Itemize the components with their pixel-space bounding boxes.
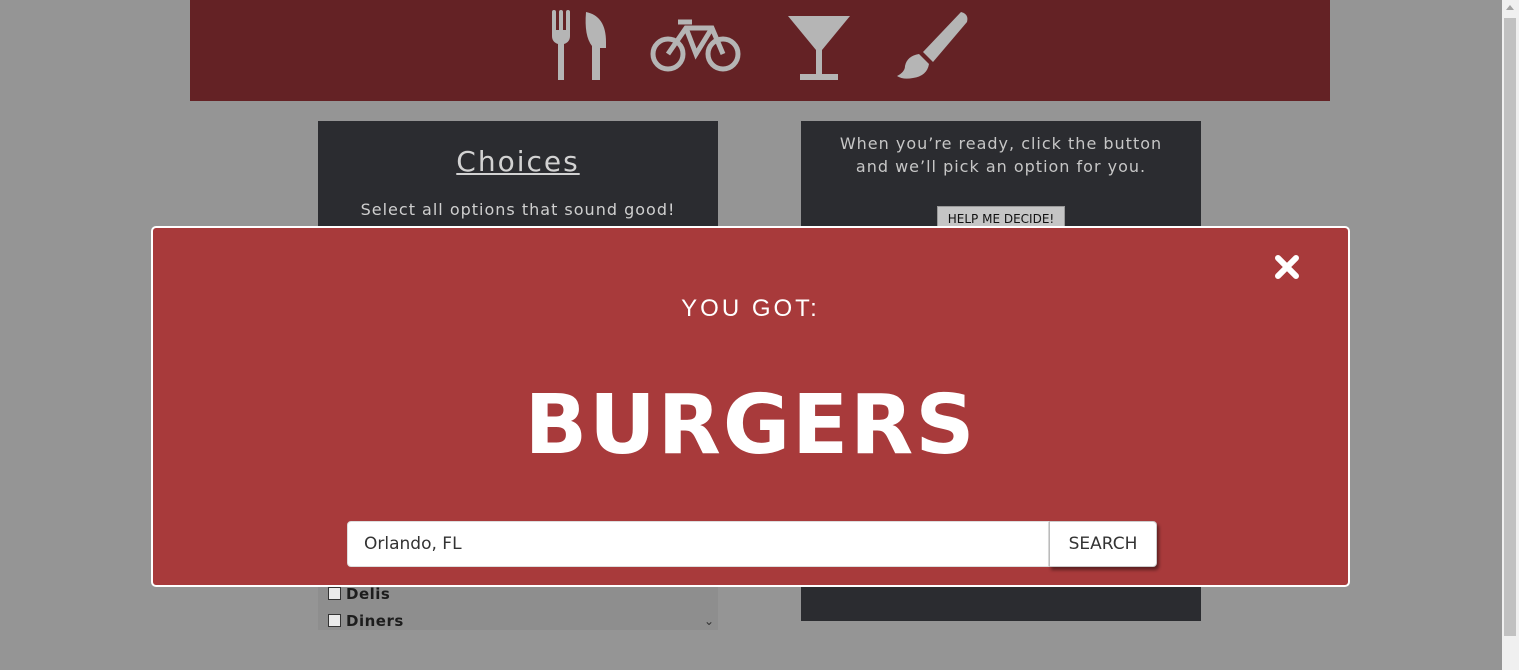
close-icon[interactable] xyxy=(1274,254,1300,280)
paintbrush-icon[interactable] xyxy=(895,10,970,82)
choices-subtitle: Select all options that sound good! xyxy=(360,200,676,219)
chevron-down-icon[interactable]: ⌄ xyxy=(704,614,714,628)
cocktail-icon[interactable] xyxy=(786,14,852,82)
page-scrollbar[interactable] xyxy=(1502,0,1519,670)
decide-instructions: When you’re ready, click the button and … xyxy=(839,134,1163,176)
option-label: Diners xyxy=(346,612,404,630)
options-list[interactable]: Delis Diners ⌄ xyxy=(318,581,718,630)
category-header xyxy=(190,0,1330,101)
scroll-thumb[interactable] xyxy=(1504,18,1516,636)
result-heading: YOU GOT: xyxy=(681,295,820,322)
result-modal: YOU GOT: BURGERS SEARCH xyxy=(151,226,1350,587)
location-search: SEARCH xyxy=(347,521,1157,567)
list-item[interactable]: Diners xyxy=(318,608,718,630)
fork-knife-icon[interactable] xyxy=(550,10,610,82)
location-input[interactable] xyxy=(347,521,1049,567)
bicycle-icon[interactable] xyxy=(650,16,742,76)
result-value: BURGERS xyxy=(524,378,977,473)
checkbox[interactable] xyxy=(328,587,341,600)
scroll-up-icon[interactable] xyxy=(1506,5,1514,10)
checkbox[interactable] xyxy=(328,614,341,627)
option-label: Delis xyxy=(346,585,391,603)
search-button[interactable]: SEARCH xyxy=(1049,521,1157,567)
choices-title: Choices xyxy=(456,145,580,178)
